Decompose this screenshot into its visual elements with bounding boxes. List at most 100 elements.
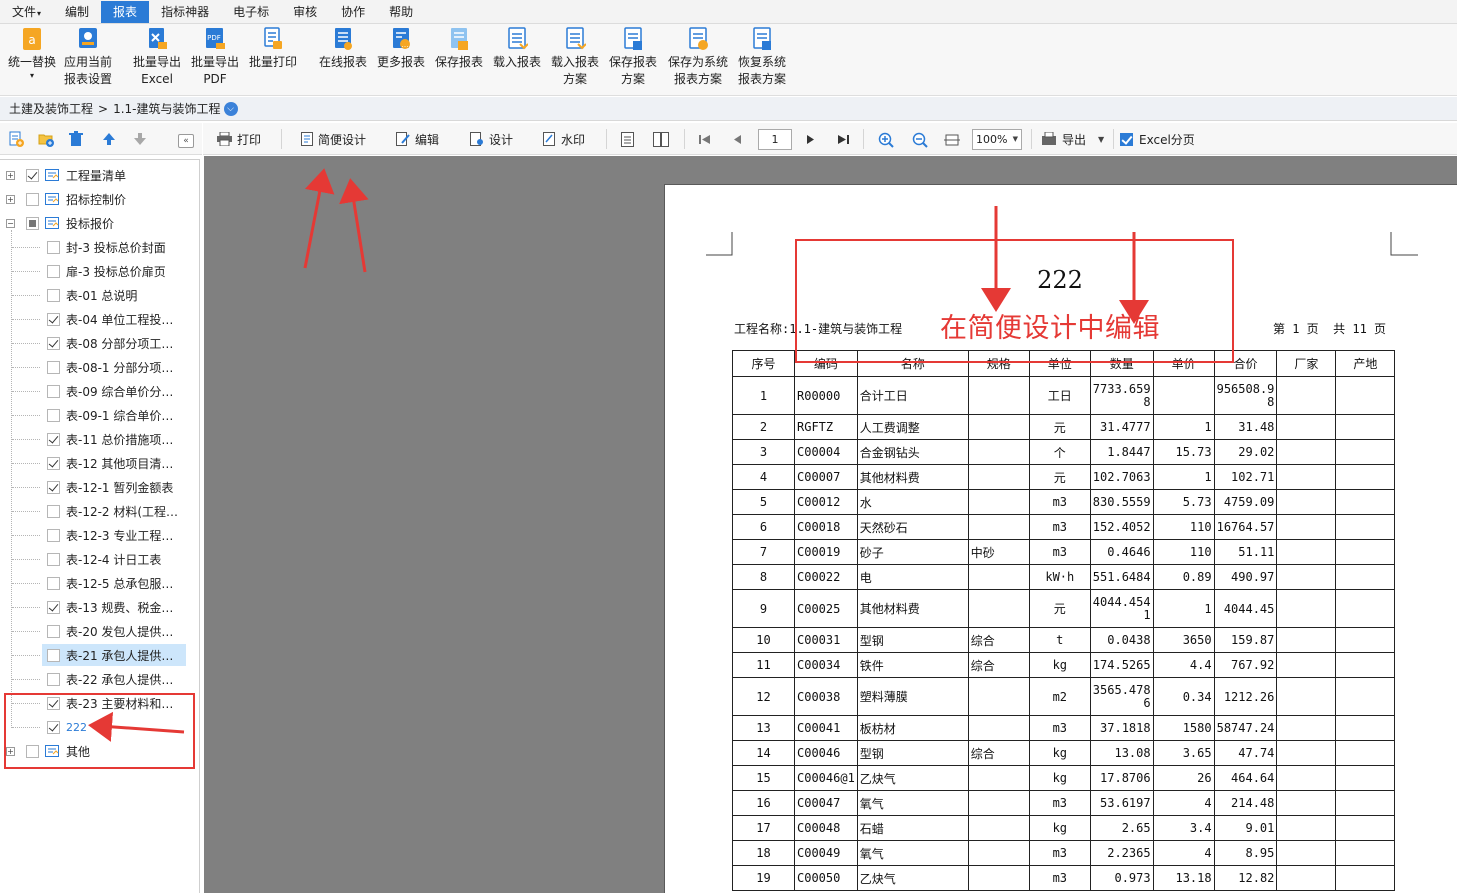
- batch-export-pdf-button[interactable]: PDF 批量导出 PDF: [191, 26, 239, 88]
- tree-node[interactable]: 扉-3 投标总价扉页: [47, 261, 166, 281]
- tree-checkbox[interactable]: [26, 168, 39, 182]
- zoom-out-icon[interactable]: [912, 132, 928, 148]
- replace-all-button[interactable]: a 统一替换 ▾: [8, 26, 56, 81]
- move-up-icon[interactable]: [101, 131, 117, 147]
- tree-node[interactable]: 表-20 发包人提供…: [47, 621, 173, 641]
- simple-design-button[interactable]: 简便设计: [301, 130, 366, 148]
- tree-checkbox[interactable]: [47, 264, 60, 278]
- page-number-input[interactable]: 1: [758, 129, 792, 150]
- tree-node[interactable]: 表-09-1 综合单价…: [47, 405, 173, 425]
- expand-toggle-icon[interactable]: +: [6, 195, 15, 204]
- tree-node[interactable]: 表-12 其他项目清…: [47, 453, 173, 473]
- tree-checkbox[interactable]: [47, 360, 60, 374]
- tree-node[interactable]: 表-12-1 暂列金额表: [47, 477, 173, 497]
- tree-checkbox[interactable]: [47, 288, 60, 302]
- tree-checkbox[interactable]: [26, 192, 39, 206]
- tree-checkbox[interactable]: [26, 216, 39, 230]
- batch-print-button[interactable]: 批量打印: [249, 26, 297, 71]
- restore-system-scheme-button[interactable]: 恢复系统 报表方案: [738, 26, 786, 88]
- add-report-icon[interactable]: [8, 131, 24, 147]
- chevron-down-icon[interactable]: ⌵: [223, 101, 238, 116]
- save-report-button[interactable]: 保存报表: [435, 26, 483, 71]
- tree-node[interactable]: 投标报价: [26, 213, 114, 233]
- load-report-button[interactable]: 载入报表: [493, 26, 541, 71]
- apply-current-button[interactable]: 应用当前 报表设置: [64, 26, 112, 88]
- tree-checkbox[interactable]: [47, 312, 60, 326]
- excel-paging-checkbox[interactable]: [1120, 133, 1133, 146]
- first-page-icon[interactable]: [699, 134, 710, 145]
- watermark-button[interactable]: 水印: [543, 130, 585, 148]
- tree-checkbox[interactable]: [47, 600, 60, 614]
- tree-checkbox[interactable]: [47, 552, 60, 566]
- tree-checkbox[interactable]: [47, 528, 60, 542]
- tree-checkbox[interactable]: [47, 576, 60, 590]
- tree-checkbox[interactable]: [47, 432, 60, 446]
- fit-width-icon[interactable]: [944, 132, 960, 148]
- tree-checkbox[interactable]: [47, 504, 60, 518]
- tree-node[interactable]: 表-04 单位工程投…: [47, 309, 173, 329]
- menu-review[interactable]: 审核: [281, 1, 329, 23]
- zoom-select[interactable]: 100% ▼: [972, 129, 1022, 150]
- table-cell-unit: m3: [1028, 715, 1091, 741]
- single-page-icon[interactable]: [621, 132, 634, 147]
- load-scheme-button[interactable]: 载入报表 方案: [551, 26, 599, 88]
- move-down-icon[interactable]: [132, 131, 148, 147]
- online-report-button[interactable]: 在线报表: [319, 26, 367, 71]
- tree-node[interactable]: 表-08-1 分部分项…: [47, 357, 173, 377]
- tree-checkbox[interactable]: [47, 648, 60, 662]
- collapse-panel-icon[interactable]: «: [178, 134, 194, 148]
- menu-collab[interactable]: 协作: [329, 1, 377, 23]
- expand-toggle-icon[interactable]: +: [6, 171, 15, 180]
- table-cell-maker: [1276, 865, 1337, 891]
- collapse-toggle-icon[interactable]: −: [6, 219, 15, 228]
- tree-node[interactable]: 表-01 总说明: [47, 285, 137, 305]
- tree-checkbox[interactable]: [47, 624, 60, 638]
- menu-help[interactable]: 帮助: [377, 1, 425, 23]
- menu-report[interactable]: 报表: [101, 0, 150, 23]
- tree-node[interactable]: 表-09 综合单价分…: [47, 381, 173, 401]
- tree-node[interactable]: 表-22 承包人提供…: [47, 669, 173, 689]
- export-button[interactable]: 导出 ▼: [1041, 130, 1104, 148]
- tree-node[interactable]: 工程量清单: [26, 165, 126, 185]
- prev-page-icon[interactable]: [733, 134, 742, 145]
- tree-node[interactable]: 表-12-4 计日工表: [47, 549, 161, 569]
- save-system-scheme-icon: [687, 26, 709, 52]
- more-report-button[interactable]: … 更多报表: [377, 26, 425, 71]
- tree-node[interactable]: 封-3 投标总价封面: [47, 237, 166, 257]
- save-scheme-button[interactable]: 保存报表 方案: [609, 26, 657, 88]
- tree-checkbox[interactable]: [47, 456, 60, 470]
- tree-node[interactable]: 表-21 承包人提供…: [47, 645, 173, 665]
- tree-node[interactable]: 表-13 规费、税金…: [47, 597, 173, 617]
- menu-index-tool[interactable]: 指标神器: [149, 1, 221, 23]
- tree-checkbox[interactable]: [47, 336, 60, 350]
- tree-node[interactable]: 表-11 总价措施项…: [47, 429, 173, 449]
- tree-node[interactable]: 表-12-5 总承包服…: [47, 573, 173, 593]
- menu-edit[interactable]: 编制: [53, 1, 101, 23]
- two-page-icon[interactable]: [653, 132, 669, 147]
- tree-node[interactable]: 招标控制价: [26, 189, 126, 209]
- batch-export-excel-button[interactable]: 批量导出 Excel: [133, 26, 181, 88]
- tree-node[interactable]: 表-12-2 材料(工程…: [47, 501, 178, 521]
- design-button[interactable]: 设计: [470, 130, 513, 148]
- delete-icon[interactable]: [68, 131, 84, 147]
- last-page-icon[interactable]: [838, 134, 849, 145]
- tree-node[interactable]: 表-12-3 专业工程…: [47, 525, 173, 545]
- next-page-icon[interactable]: [806, 134, 815, 145]
- add-folder-icon[interactable]: [38, 131, 54, 147]
- zoom-in-icon[interactable]: [878, 132, 894, 148]
- tree-node-label: 表-11 总价措施项…: [66, 432, 174, 447]
- breadcrumb-current[interactable]: 1.1-建筑与装饰工程: [113, 100, 220, 117]
- save-system-scheme-button[interactable]: 保存为系统 报表方案: [668, 26, 728, 88]
- menu-e-bid[interactable]: 电子标: [221, 1, 281, 23]
- tree-checkbox[interactable]: [47, 384, 60, 398]
- tree-checkbox[interactable]: [47, 408, 60, 422]
- tree-node[interactable]: 表-08 分部分项工…: [47, 333, 173, 353]
- tree-checkbox[interactable]: [47, 480, 60, 494]
- tree-checkbox[interactable]: [47, 240, 60, 254]
- edit-button[interactable]: 编辑: [396, 130, 439, 148]
- print-button[interactable]: 打印: [217, 130, 261, 148]
- breadcrumb-root[interactable]: 土建及装饰工程: [9, 100, 93, 117]
- tree-checkbox[interactable]: [47, 672, 60, 686]
- table-cell-unit: 元: [1028, 589, 1091, 628]
- menu-file[interactable]: 文件▾: [0, 1, 53, 23]
